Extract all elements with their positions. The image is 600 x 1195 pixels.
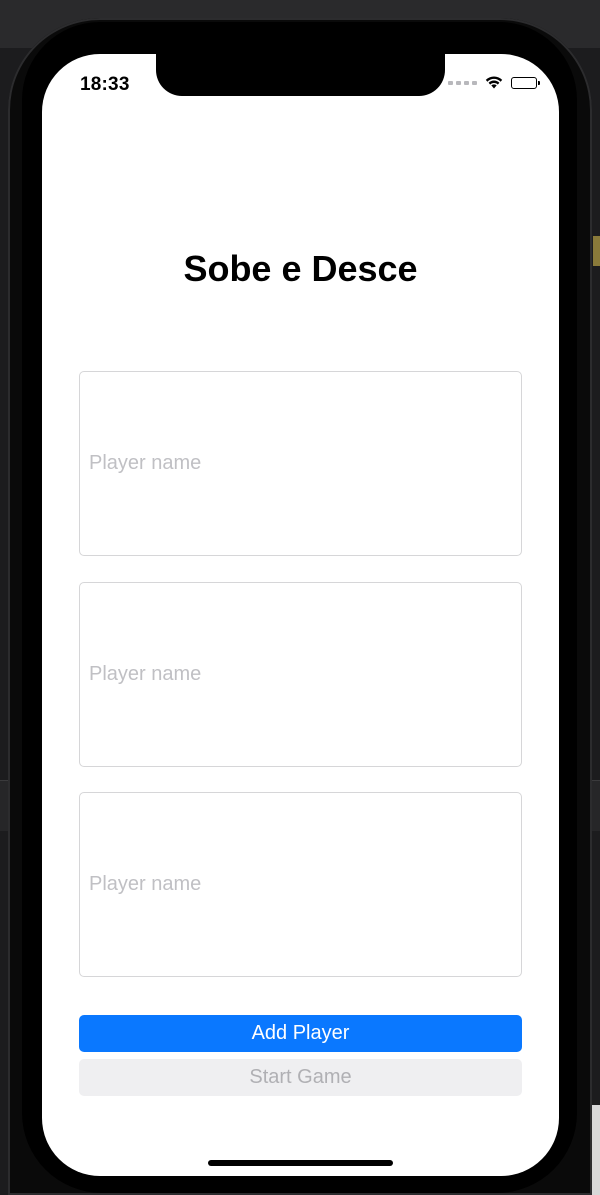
status-icons bbox=[448, 76, 540, 89]
player-name-input[interactable] bbox=[89, 452, 521, 475]
start-game-button[interactable]: Start Game bbox=[79, 1059, 522, 1096]
desktop-side-tab bbox=[593, 236, 600, 266]
player-name-field-3[interactable] bbox=[79, 792, 522, 977]
desktop-background: 18:33 Sobe e Desce Add Player Start Game bbox=[0, 0, 600, 1195]
wifi-icon bbox=[485, 76, 503, 89]
player-name-input[interactable] bbox=[89, 663, 521, 686]
add-player-button[interactable]: Add Player bbox=[79, 1015, 522, 1052]
battery-icon bbox=[511, 76, 540, 89]
page-title: Sobe e Desce bbox=[183, 248, 418, 289]
player-name-field-2[interactable] bbox=[79, 582, 522, 767]
home-indicator[interactable] bbox=[208, 1160, 393, 1166]
status-time: 18:33 bbox=[80, 74, 130, 95]
player-name-field-1[interactable] bbox=[79, 371, 522, 556]
signal-icon bbox=[448, 80, 477, 85]
player-name-input[interactable] bbox=[89, 873, 521, 896]
camera-notch bbox=[156, 54, 445, 96]
phone-screen: 18:33 Sobe e Desce Add Player Start Game bbox=[42, 54, 559, 1176]
